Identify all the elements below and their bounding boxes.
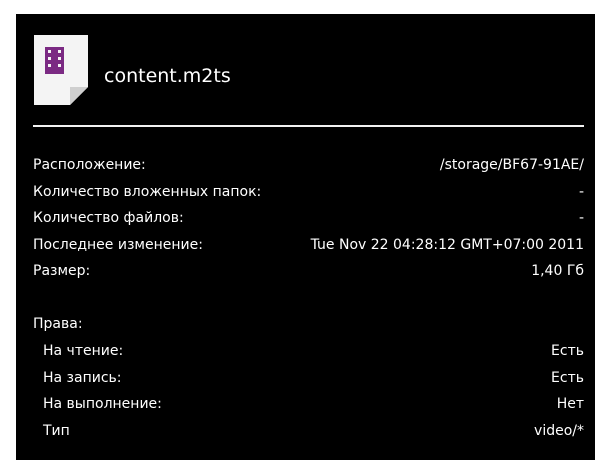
detail-row-size: Размер: 1,40 Гб bbox=[33, 259, 584, 283]
detail-value: /storage/BF67-91AE/ bbox=[439, 157, 584, 173]
detail-label: Количество файлов: bbox=[33, 210, 184, 226]
permission-label: На выполнение: bbox=[43, 396, 162, 412]
permissions-heading: Права: bbox=[33, 316, 83, 332]
permission-label: На запись: bbox=[43, 370, 122, 386]
detail-label: Размер: bbox=[33, 263, 91, 279]
permission-row-write: На запись: Есть bbox=[33, 366, 584, 390]
file-name: content.m2ts bbox=[104, 65, 231, 87]
permission-row-execute: На выполнение: Нет bbox=[33, 392, 584, 416]
permission-row-type: Тип video/* bbox=[33, 419, 584, 443]
file-header: content.m2ts bbox=[34, 35, 584, 119]
detail-value: - bbox=[578, 210, 584, 226]
file-properties-dialog: content.m2ts Расположение: /storage/BF67… bbox=[16, 14, 595, 460]
video-file-icon bbox=[34, 35, 88, 105]
detail-value: Tue Nov 22 04:28:12 GMT+07:00 2011 bbox=[310, 237, 584, 253]
permission-value: Есть bbox=[551, 370, 584, 386]
permission-value: Есть bbox=[551, 343, 584, 359]
permission-row-read: На чтение: Есть bbox=[33, 339, 584, 363]
detail-label: Последнее изменение: bbox=[33, 237, 203, 253]
detail-row-location: Расположение: /storage/BF67-91AE/ bbox=[33, 153, 584, 177]
detail-value: 1,40 Гб bbox=[531, 263, 584, 279]
permission-value: Нет bbox=[556, 396, 584, 412]
detail-value: - bbox=[578, 184, 584, 200]
permission-label: На чтение: bbox=[43, 343, 124, 359]
permissions-heading-row: Права: bbox=[33, 312, 584, 336]
detail-row-subfolders: Количество вложенных папок: - bbox=[33, 180, 584, 204]
detail-label: Расположение: bbox=[33, 157, 146, 173]
detail-row-files: Количество файлов: - bbox=[33, 206, 584, 230]
permission-label: Тип bbox=[43, 423, 70, 439]
detail-label: Количество вложенных папок: bbox=[33, 184, 262, 200]
header-divider bbox=[33, 125, 584, 127]
detail-row-modified: Последнее изменение: Tue Nov 22 04:28:12… bbox=[33, 233, 584, 257]
permission-value: video/* bbox=[534, 423, 584, 439]
